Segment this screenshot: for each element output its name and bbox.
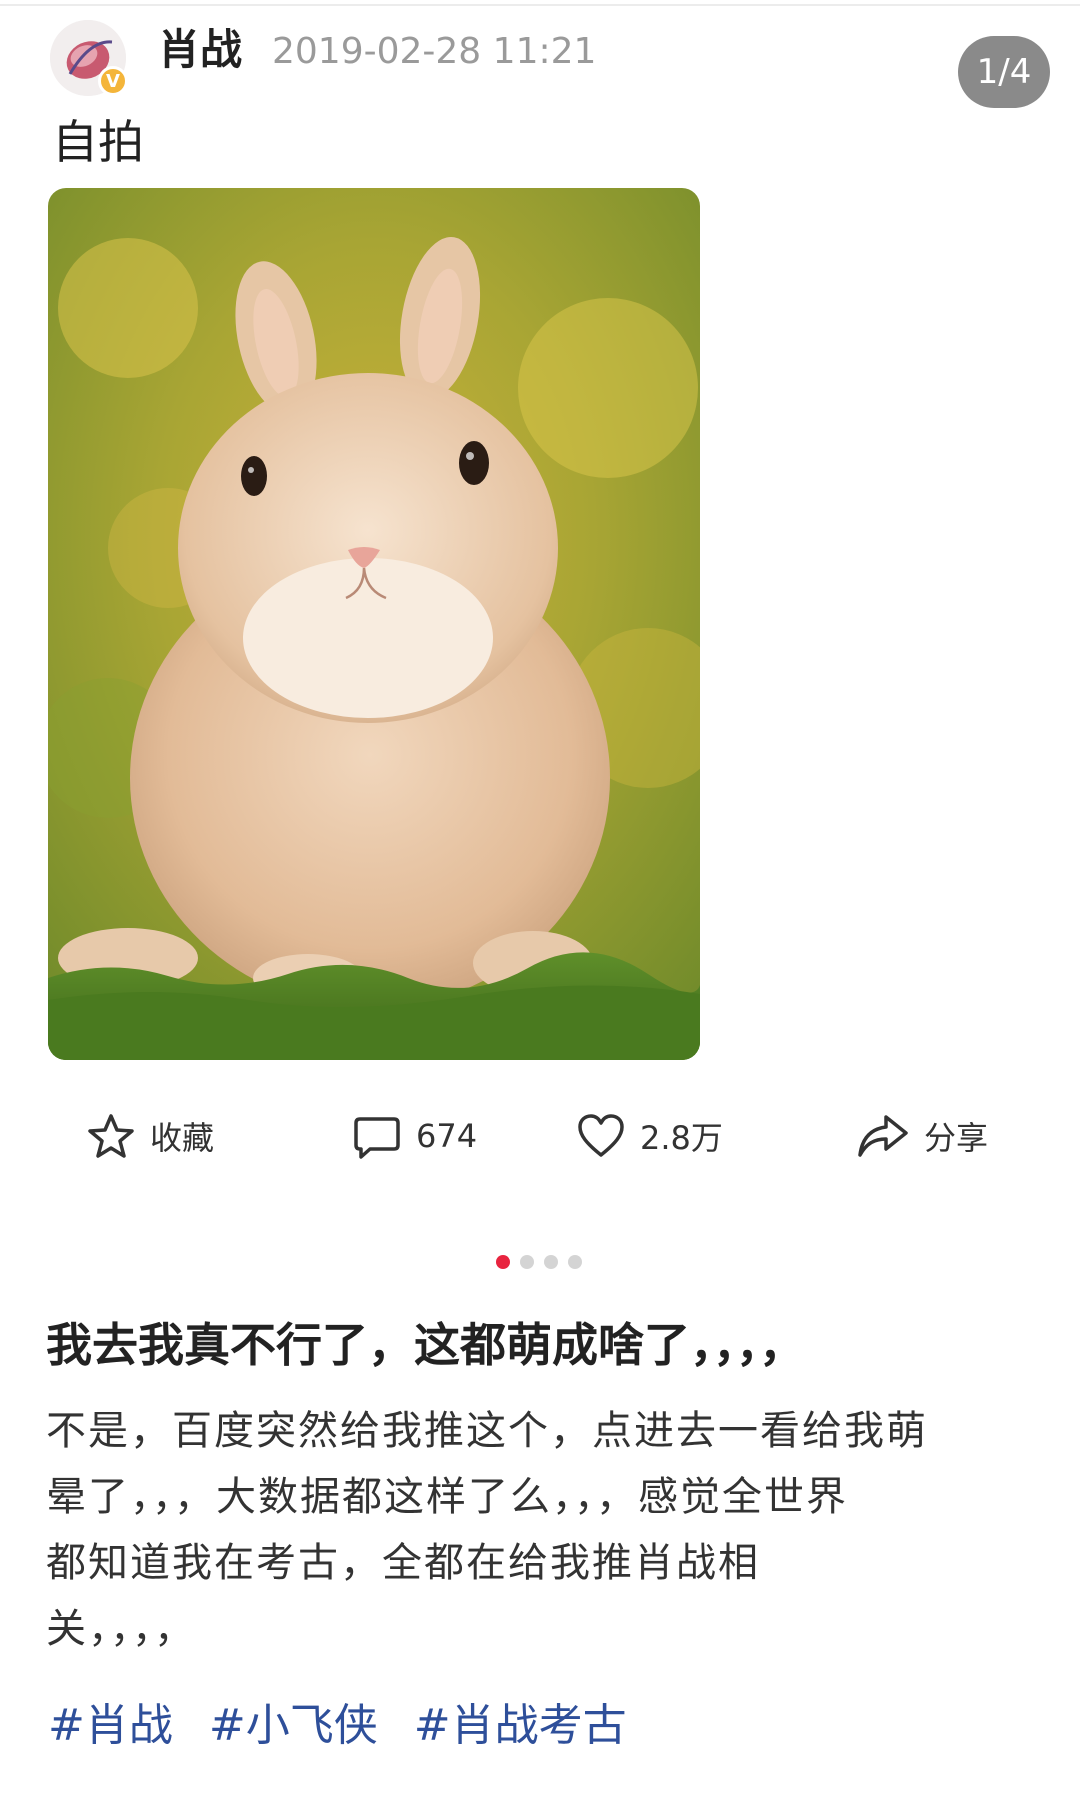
star-icon [88, 1114, 134, 1158]
post-image[interactable] [48, 188, 700, 1060]
avatar[interactable]: V [50, 20, 128, 96]
post-body-line: 关，，，， [46, 1606, 196, 1652]
pager-dot[interactable] [496, 1255, 510, 1269]
post-body-line: 晕了，，，大数据都这样了么，，，感觉全世界 [46, 1474, 848, 1520]
hashtag-link[interactable]: #肖战考古 [414, 1700, 627, 1751]
post-body-line: 都知道我在考古，全都在给我推肖战相 [46, 1540, 760, 1586]
next-section-peek [48, 1802, 348, 1820]
comment-button[interactable]: 674 [352, 1108, 477, 1164]
image-pager-dots [496, 1255, 592, 1269]
favorite-button[interactable]: 收藏 [86, 1108, 214, 1164]
share-label: 分享 [924, 1119, 989, 1157]
pager-dot[interactable] [568, 1255, 582, 1269]
heart-icon [578, 1114, 624, 1157]
share-arrow-icon [858, 1115, 908, 1157]
username[interactable]: 肖战 [158, 22, 242, 78]
verified-badge-icon: V [98, 66, 128, 96]
post-timestamp: 2019-02-28 11:21 [272, 31, 597, 72]
post-title: 我去我真不行了，这都萌成啥了，，，， [46, 1318, 805, 1372]
pager-dot[interactable] [544, 1255, 558, 1269]
favorite-label: 收藏 [150, 1119, 215, 1157]
comment-icon [354, 1117, 400, 1159]
like-button[interactable]: 2.8万 [576, 1108, 723, 1164]
post-body-line: 不是，百度突然给我推这个，点进去一看给我萌 [46, 1408, 928, 1454]
top-divider [0, 4, 1080, 6]
like-count: 2.8万 [640, 1119, 723, 1157]
hashtag-link[interactable]: #肖战 [48, 1700, 173, 1751]
post-caption: 自拍 [52, 115, 144, 169]
bunny-photo-icon [48, 188, 700, 1060]
hashtag-list: #肖战 #小飞侠 #肖战考古 [48, 1696, 649, 1756]
image-page-indicator: 1/4 [958, 36, 1050, 108]
comment-count: 674 [416, 1117, 478, 1155]
pager-dot[interactable] [520, 1255, 534, 1269]
hashtag-link[interactable]: #小飞侠 [209, 1700, 378, 1751]
post-body: 不是，百度突然给我推这个，点进去一看给我萌 晕了，，，大数据都这样了么，，，感觉… [46, 1398, 1026, 1662]
share-button[interactable]: 分享 [856, 1108, 988, 1164]
